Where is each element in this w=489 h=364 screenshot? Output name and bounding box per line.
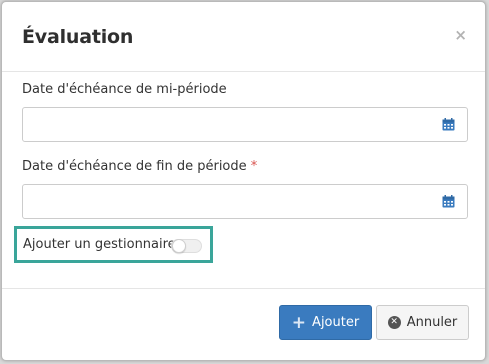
end-period-date-field[interactable]: [22, 184, 468, 219]
plus-icon: +: [291, 312, 307, 333]
evaluation-modal: Évaluation × Date d'échéance de mi-pério…: [1, 1, 486, 361]
mid-period-label-text: Date d'échéance de mi-période: [22, 82, 227, 97]
modal-title: Évaluation: [22, 26, 134, 48]
end-period-date-input[interactable]: [23, 185, 433, 218]
modal-header: Évaluation ×: [2, 2, 485, 72]
calendar-icon[interactable]: [442, 118, 455, 131]
toggle-knob: [172, 239, 186, 253]
add-button[interactable]: + Ajouter: [279, 305, 372, 340]
close-icon[interactable]: ×: [454, 26, 467, 44]
manager-toggle-highlight: Ajouter un gestionnaire: [14, 226, 213, 263]
manager-toggle-label: Ajouter un gestionnaire: [23, 237, 176, 252]
cancel-button-label: Annuler: [406, 315, 458, 330]
calendar-icon[interactable]: [442, 195, 455, 208]
add-button-label: Ajouter: [312, 315, 360, 330]
manager-toggle-switch[interactable]: [171, 239, 202, 253]
mid-period-date-field[interactable]: [22, 107, 468, 142]
mid-period-date-input[interactable]: [23, 108, 433, 141]
end-period-label-text: Date d'échéance de fin de période: [22, 159, 247, 174]
modal-footer: + Ajouter ✕ Annuler: [2, 288, 485, 360]
cancel-button[interactable]: ✕ Annuler: [376, 305, 469, 340]
required-marker: *: [250, 159, 258, 174]
end-period-label: Date d'échéance de fin de période *: [22, 159, 257, 174]
x-circle-icon: ✕: [387, 316, 401, 329]
mid-period-label: Date d'échéance de mi-période: [22, 82, 227, 97]
